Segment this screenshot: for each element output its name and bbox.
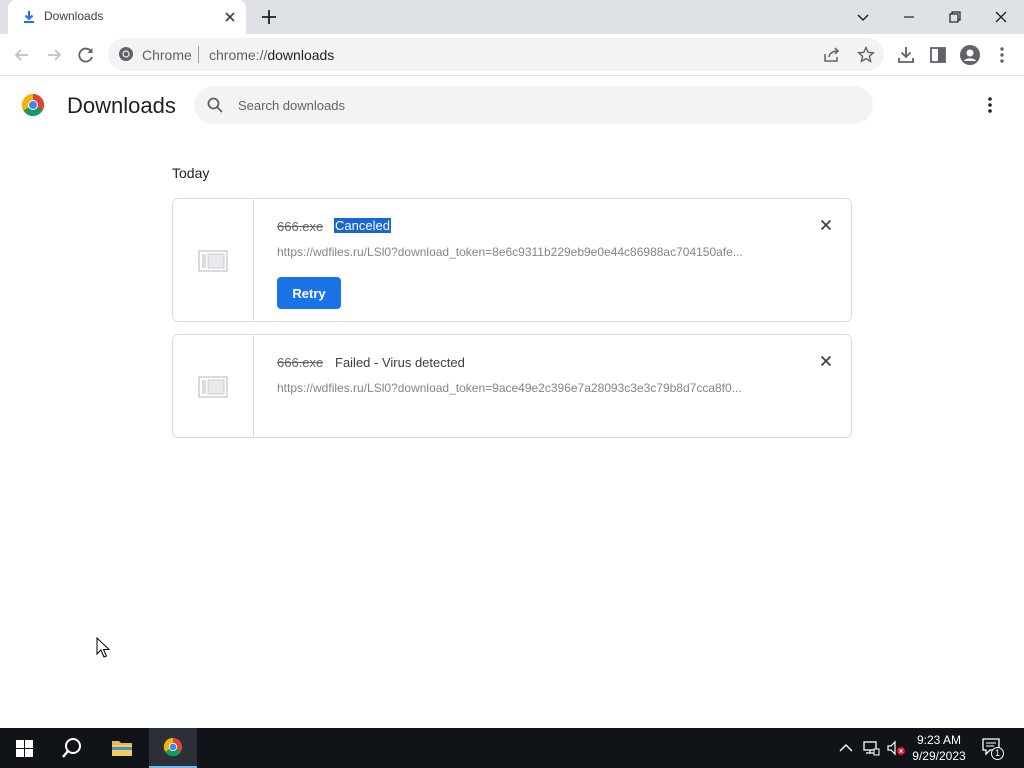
forward-icon[interactable] bbox=[42, 43, 66, 67]
taskbar: 9:23 AM 9/29/2023 1 bbox=[0, 728, 1024, 768]
new-tab-icon[interactable] bbox=[259, 7, 279, 27]
file-explorer-icon bbox=[112, 741, 132, 756]
clock-time: 9:23 AM bbox=[916, 733, 962, 747]
search-downloads-box[interactable] bbox=[194, 86, 873, 124]
close-window-icon[interactable] bbox=[989, 5, 1013, 29]
file-icon-column bbox=[173, 199, 254, 321]
url-scheme: chrome:// bbox=[209, 47, 268, 63]
back-icon[interactable] bbox=[10, 43, 34, 67]
tab-downloads[interactable]: Downloads bbox=[8, 0, 246, 34]
mouse-cursor-icon bbox=[96, 637, 110, 658]
tab-search-icon[interactable] bbox=[851, 5, 875, 29]
downloads-header: Downloads bbox=[0, 77, 1024, 133]
tab-title: Downloads bbox=[44, 9, 104, 23]
file-name[interactable]: 666.exe bbox=[277, 355, 323, 370]
remove-from-list-icon[interactable] bbox=[818, 217, 834, 233]
action-center-button[interactable]: 1 bbox=[980, 736, 1004, 760]
url-path: downloads bbox=[267, 47, 335, 63]
taskbar-chrome[interactable] bbox=[149, 728, 197, 768]
retry-button[interactable]: Retry bbox=[277, 277, 341, 309]
restore-icon[interactable] bbox=[943, 5, 967, 29]
download-status: Failed - Virus detected bbox=[335, 355, 465, 370]
download-url[interactable]: https://wdfiles.ru/LSl0?download_token=8… bbox=[277, 245, 743, 259]
url-text: chrome://downloads bbox=[209, 47, 334, 63]
browser-menu-icon[interactable] bbox=[990, 43, 1014, 67]
profile-avatar-icon[interactable] bbox=[958, 43, 982, 67]
reload-icon[interactable] bbox=[74, 43, 98, 67]
download-icon bbox=[24, 11, 34, 23]
download-item: 666.exe Failed - Virus detected https://… bbox=[172, 334, 852, 438]
taskbar-file-explorer[interactable] bbox=[98, 728, 146, 768]
start-icon bbox=[16, 740, 33, 757]
close-tab-icon[interactable] bbox=[222, 9, 238, 25]
file-icon bbox=[198, 250, 228, 272]
download-item: 666.exe Canceled https://wdfiles.ru/LSl0… bbox=[172, 198, 852, 322]
search-icon bbox=[62, 738, 81, 758]
notification-count-badge: 1 bbox=[991, 747, 1004, 760]
download-status: Canceled bbox=[334, 218, 391, 233]
taskbar-search-button[interactable] bbox=[48, 728, 96, 768]
date-section-label: Today bbox=[172, 165, 210, 181]
file-icon bbox=[198, 376, 228, 398]
volume-muted-icon[interactable] bbox=[886, 740, 906, 756]
site-label: Chrome bbox=[142, 47, 192, 63]
tab-strip: Downloads bbox=[0, 0, 1024, 34]
chrome-logo-icon bbox=[22, 94, 44, 116]
more-actions-icon[interactable] bbox=[980, 95, 1000, 115]
address-bar[interactable]: Chrome chrome://downloads bbox=[108, 38, 884, 71]
network-icon[interactable] bbox=[862, 740, 880, 756]
page-title: Downloads bbox=[67, 93, 176, 118]
start-button[interactable] bbox=[0, 728, 48, 768]
show-hidden-icons-icon[interactable] bbox=[838, 741, 854, 755]
omnibox-divider bbox=[198, 46, 199, 63]
bookmark-star-icon[interactable] bbox=[856, 45, 876, 65]
side-panel-icon[interactable] bbox=[926, 43, 950, 67]
chrome-icon bbox=[163, 737, 183, 757]
share-icon[interactable] bbox=[822, 45, 842, 65]
search-icon bbox=[207, 97, 223, 113]
browser-toolbar: Chrome chrome://downloads bbox=[0, 34, 1024, 76]
download-url[interactable]: https://wdfiles.ru/LSl0?download_token=9… bbox=[277, 381, 742, 395]
system-clock[interactable]: 9:23 AM 9/29/2023 bbox=[906, 732, 972, 764]
chrome-site-icon bbox=[119, 47, 133, 61]
minimize-icon[interactable] bbox=[897, 5, 921, 29]
search-input[interactable] bbox=[238, 95, 838, 115]
clock-date: 9/29/2023 bbox=[912, 749, 966, 763]
file-name[interactable]: 666.exe bbox=[277, 219, 323, 234]
downloads-toolbar-icon[interactable] bbox=[894, 43, 918, 67]
file-icon-column bbox=[173, 335, 254, 437]
remove-from-list-icon[interactable] bbox=[818, 353, 834, 369]
